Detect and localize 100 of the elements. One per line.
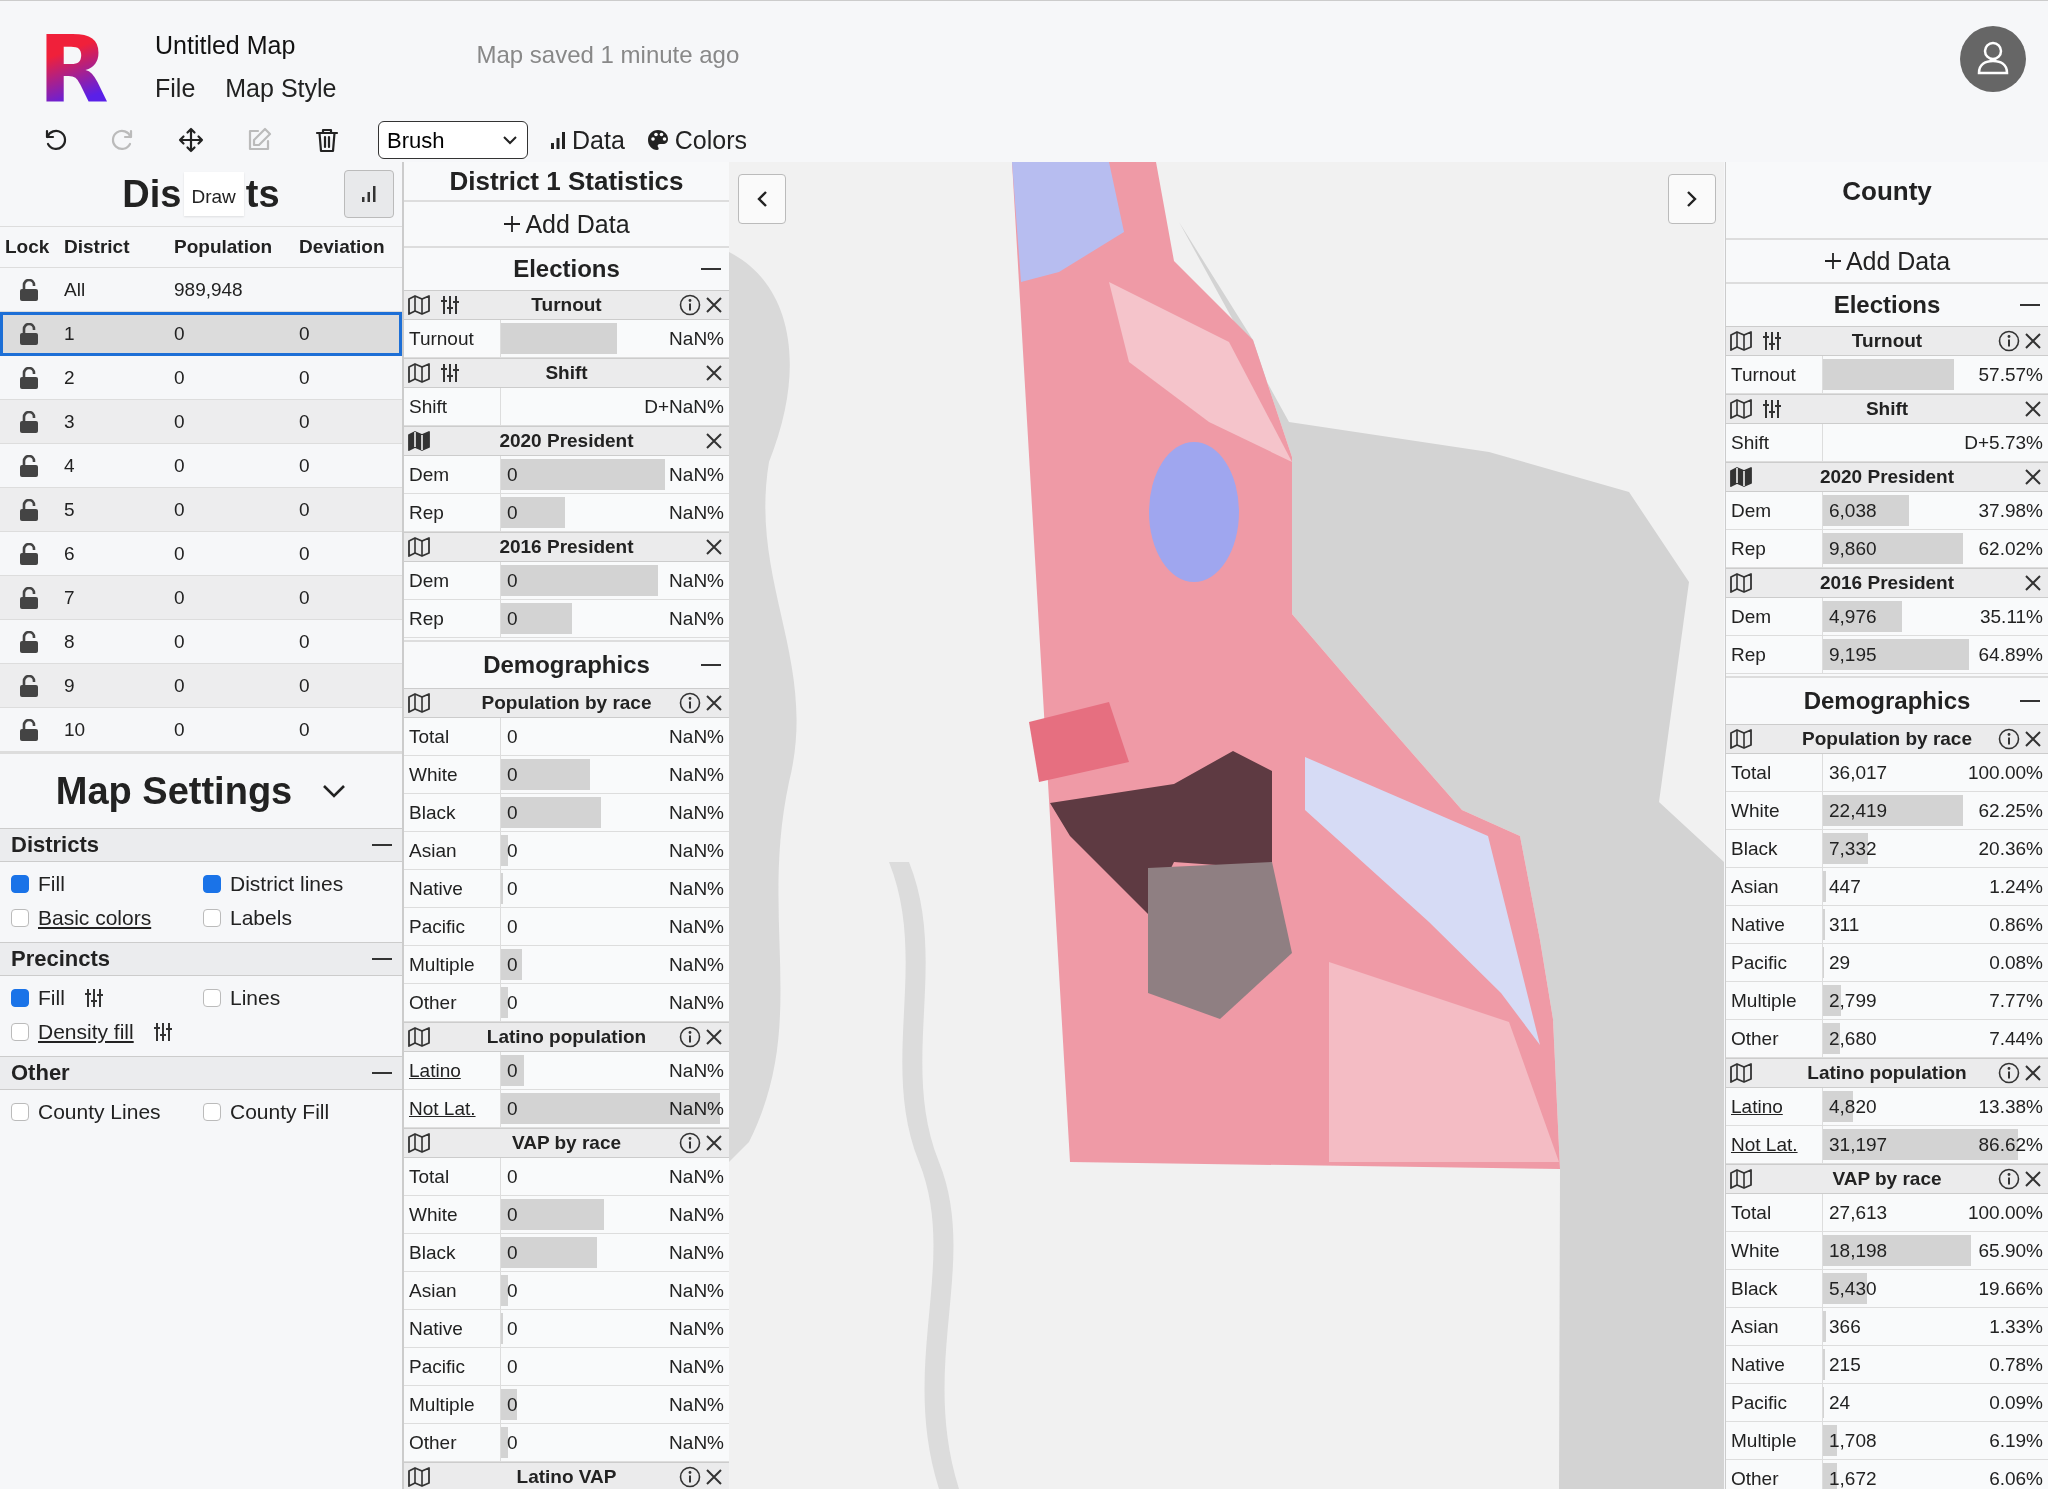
unlock-icon[interactable] — [19, 454, 39, 477]
collapse-icon[interactable] — [372, 1071, 392, 1075]
collapse-icon[interactable] — [372, 957, 392, 961]
row-link[interactable]: Not Lat. — [404, 1097, 500, 1120]
row-link[interactable]: Latino — [1726, 1095, 1822, 1118]
collapse-icon[interactable] — [2020, 303, 2040, 307]
map-icon[interactable] — [408, 431, 430, 451]
info-icon[interactable] — [679, 692, 701, 714]
move-icon[interactable] — [178, 127, 204, 153]
info-icon[interactable] — [679, 1026, 701, 1048]
close-icon[interactable] — [705, 538, 723, 556]
close-icon[interactable] — [2024, 1170, 2042, 1188]
checkbox[interactable] — [203, 909, 221, 927]
map-icon[interactable] — [1730, 1063, 1752, 1083]
map-icon[interactable] — [1730, 467, 1752, 487]
info-icon[interactable] — [1998, 728, 2020, 750]
unlock-icon[interactable] — [19, 410, 39, 433]
sliders-icon[interactable] — [152, 1022, 173, 1042]
close-icon[interactable] — [705, 1134, 723, 1152]
chart-button[interactable] — [344, 170, 394, 218]
close-icon[interactable] — [2024, 1064, 2042, 1082]
map-icon[interactable] — [1730, 331, 1752, 351]
close-icon[interactable] — [705, 1468, 723, 1486]
collapse-icon[interactable] — [701, 663, 721, 667]
option-link[interactable]: Density fill — [38, 1020, 134, 1044]
info-icon[interactable] — [679, 1466, 701, 1488]
map-icon[interactable] — [408, 1133, 430, 1153]
checkbox[interactable] — [11, 909, 29, 927]
menu-item[interactable]: Map Style — [225, 74, 337, 103]
map-icon[interactable] — [408, 295, 430, 315]
map-icon[interactable] — [408, 1027, 430, 1047]
data-button[interactable]: Data — [550, 125, 625, 155]
checkbox[interactable] — [11, 875, 29, 893]
collapse-icon[interactable] — [701, 267, 721, 271]
delete-icon[interactable] — [314, 127, 340, 153]
map-icon[interactable] — [408, 693, 430, 713]
map-icon[interactable] — [408, 1467, 430, 1487]
unlock-icon[interactable] — [19, 322, 39, 345]
close-icon[interactable] — [2024, 730, 2042, 748]
district-row[interactable]: 7 0 0 — [0, 576, 402, 620]
district-row[interactable]: 1 0 0 — [0, 312, 402, 356]
district-row[interactable]: 10 0 0 — [0, 708, 402, 752]
sliders-icon[interactable] — [440, 363, 460, 383]
collapse-icon[interactable] — [2020, 699, 2040, 703]
info-icon[interactable] — [1998, 1062, 2020, 1084]
district-row[interactable]: 3 0 0 — [0, 400, 402, 444]
map-icon[interactable] — [1730, 399, 1752, 419]
map-icon[interactable] — [1730, 573, 1752, 593]
unlock-icon[interactable] — [19, 630, 39, 653]
close-icon[interactable] — [2024, 332, 2042, 350]
info-icon[interactable] — [1998, 1168, 2020, 1190]
close-icon[interactable] — [2024, 468, 2042, 486]
map-icon[interactable] — [1730, 1169, 1752, 1189]
row-label: Black — [1730, 1277, 1779, 1300]
row-label: Other — [408, 1431, 458, 1454]
unlock-icon[interactable] — [19, 586, 39, 609]
close-icon[interactable] — [705, 296, 723, 314]
avatar-icon[interactable] — [1960, 26, 2026, 92]
add-data-button[interactable]: Add Data — [1726, 240, 2048, 284]
close-icon[interactable] — [2024, 574, 2042, 592]
map-icon[interactable] — [1730, 729, 1752, 749]
unlock-icon[interactable] — [19, 718, 39, 741]
collapse-icon[interactable] — [372, 843, 392, 847]
unlock-icon[interactable] — [19, 542, 39, 565]
mode-select[interactable]: Brush — [378, 121, 528, 159]
close-icon[interactable] — [705, 432, 723, 450]
option-link[interactable]: Basic colors — [38, 906, 152, 930]
unlock-icon[interactable] — [19, 278, 39, 301]
close-icon[interactable] — [705, 694, 723, 712]
sliders-icon[interactable] — [1762, 399, 1782, 419]
row-link[interactable]: Latino — [404, 1059, 500, 1082]
checkbox[interactable] — [203, 989, 221, 1007]
close-icon[interactable] — [705, 1028, 723, 1046]
district-row[interactable]: 5 0 0 — [0, 488, 402, 532]
map-title[interactable]: Untitled Map — [155, 31, 337, 60]
map-icon[interactable] — [408, 363, 430, 383]
district-row[interactable]: 9 0 0 — [0, 664, 402, 708]
close-icon[interactable] — [2024, 400, 2042, 418]
checkbox[interactable] — [11, 989, 29, 1007]
unlock-icon[interactable] — [19, 498, 39, 521]
colors-button[interactable]: Colors — [646, 125, 748, 155]
unlock-icon[interactable] — [19, 366, 39, 389]
row-label: Turnout — [408, 327, 475, 350]
info-icon[interactable] — [679, 294, 701, 316]
unlock-icon[interactable] — [19, 674, 39, 697]
checkbox[interactable] — [11, 1023, 29, 1041]
close-icon[interactable] — [705, 364, 723, 382]
map-icon[interactable] — [408, 537, 430, 557]
chevron-icon[interactable] — [322, 784, 347, 798]
checkbox[interactable] — [203, 875, 221, 893]
info-icon[interactable] — [1998, 330, 2020, 352]
sliders-icon[interactable] — [1762, 331, 1782, 351]
menu-item[interactable]: File — [155, 74, 196, 103]
sliders-icon[interactable] — [440, 295, 460, 315]
checkbox[interactable] — [203, 1103, 221, 1121]
info-icon[interactable] — [679, 1132, 701, 1154]
cell-percent: NaN% — [669, 501, 724, 524]
checkbox[interactable] — [11, 1103, 29, 1121]
sliders-icon[interactable] — [83, 988, 104, 1008]
row-link[interactable]: Not Lat. — [1726, 1133, 1822, 1156]
